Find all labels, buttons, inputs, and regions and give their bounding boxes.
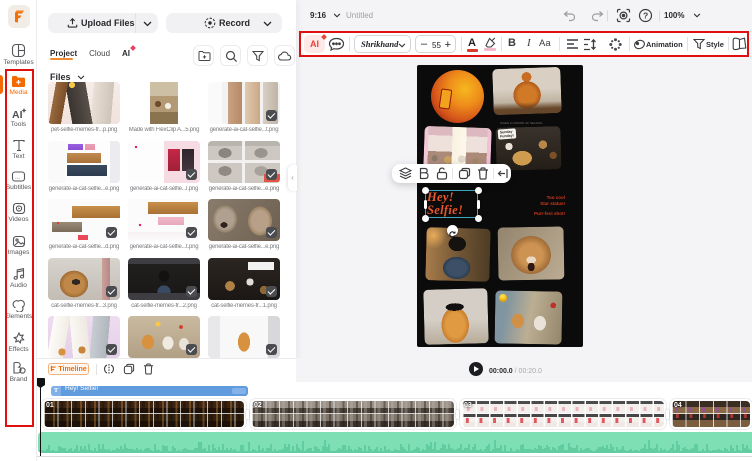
svg-text:?: ? bbox=[643, 10, 648, 20]
